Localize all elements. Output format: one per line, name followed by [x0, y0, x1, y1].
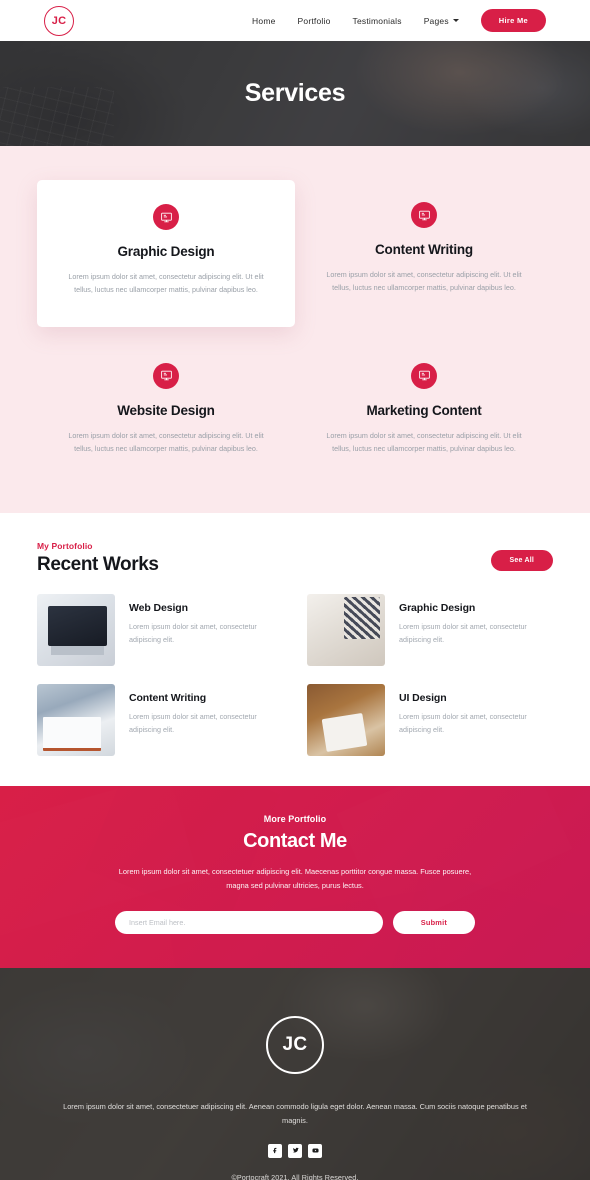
portfolio-item-body: Content Writing Lorem ipsum dolor sit am… — [129, 684, 277, 736]
page-root: JC Home Portfolio Testimonials Pages Hir… — [0, 0, 590, 1180]
social-links — [0, 1143, 590, 1158]
site-footer: JC Lorem ipsum dolor sit amet, consectet… — [0, 968, 590, 1180]
top-navbar: JC Home Portfolio Testimonials Pages Hir… — [0, 0, 590, 41]
portfolio-item-body: UI Design Lorem ipsum dolor sit amet, co… — [399, 684, 547, 736]
nav-item-testimonials[interactable]: Testimonials — [353, 16, 402, 26]
laptop-typing-photo — [37, 594, 115, 667]
service-title: Website Design — [117, 402, 215, 418]
service-card-graphic-design[interactable]: Graphic Design Lorem ipsum dolor sit ame… — [37, 180, 295, 327]
facebook-icon[interactable] — [268, 1143, 282, 1158]
design-board-icon — [411, 362, 437, 389]
contact-section: More Portfolio Contact Me Lorem ipsum do… — [0, 786, 590, 969]
service-description: Lorem ipsum dolor sit amet, consectetur … — [68, 272, 264, 295]
portfolio-item-graphic-design[interactable]: Graphic Design Lorem ipsum dolor sit ame… — [307, 594, 553, 667]
nav-item-label: Testimonials — [352, 15, 402, 26]
portfolio-item-web-design[interactable]: Web Design Lorem ipsum dolor sit amet, c… — [37, 594, 283, 667]
service-card-website-design[interactable]: Website Design Lorem ipsum dolor sit ame… — [37, 341, 295, 474]
portfolio-grid: Web Design Lorem ipsum dolor sit amet, c… — [37, 594, 553, 757]
nav-item-label: Home — [252, 15, 276, 26]
logo[interactable]: JC — [44, 5, 74, 36]
nav-item-home[interactable]: Home — [252, 16, 275, 26]
portfolio-item-body: Graphic Design Lorem ipsum dolor sit ame… — [399, 594, 547, 646]
chevron-down-icon — [452, 19, 459, 22]
sketching-tablet-photo — [307, 594, 385, 667]
portfolio-header: My Portofolio Recent Works See All — [37, 541, 553, 576]
logo-text: JC — [51, 14, 67, 27]
page-title: Services — [244, 79, 346, 107]
portfolio-item-content-writing[interactable]: Content Writing Lorem ipsum dolor sit am… — [37, 684, 283, 757]
contact-content: More Portfolio Contact Me Lorem ipsum do… — [0, 814, 590, 935]
contact-title: Contact Me — [243, 830, 347, 853]
submit-button[interactable]: Submit — [392, 911, 475, 935]
desk-wireframe-photo — [307, 684, 385, 757]
portfolio-item-description: Lorem ipsum dolor sit amet, consectetur … — [399, 712, 527, 734]
hire-me-button[interactable]: Hire Me — [480, 9, 546, 32]
services-section: Graphic Design Lorem ipsum dolor sit ame… — [0, 146, 590, 514]
service-description: Lorem ipsum dolor sit amet, consectetur … — [68, 430, 264, 453]
service-description: Lorem ipsum dolor sit amet, consectetur … — [326, 430, 522, 453]
portfolio-container: My Portofolio Recent Works See All Web D… — [37, 541, 553, 757]
portfolio-item-title: UI Design — [399, 692, 447, 705]
hero-banner: Services — [0, 41, 590, 146]
service-title: Marketing Content — [366, 402, 482, 418]
main-nav: Home Portfolio Testimonials Pages Hire M… — [252, 9, 568, 32]
see-all-button[interactable]: See All — [490, 550, 553, 572]
contact-description: Lorem ipsum dolor sit amet, consectetuer… — [118, 867, 472, 891]
nav-item-pages[interactable]: Pages — [424, 16, 459, 26]
portfolio-item-title: Content Writing — [129, 692, 207, 705]
design-board-icon — [411, 202, 437, 228]
service-card-content-writing[interactable]: Content Writing Lorem ipsum dolor sit am… — [295, 180, 553, 327]
footer-content: JC Lorem ipsum dolor sit amet, consectet… — [0, 1016, 590, 1180]
youtube-icon[interactable] — [308, 1143, 322, 1158]
portfolio-item-description: Lorem ipsum dolor sit amet, consectetur … — [129, 712, 257, 734]
nav-item-label: Portfolio — [297, 15, 331, 26]
service-title: Content Writing — [375, 242, 473, 257]
portfolio-title: Recent Works — [37, 554, 159, 576]
newsletter-form: Submit — [115, 911, 475, 935]
service-title: Graphic Design — [117, 244, 215, 259]
portfolio-heading-group: My Portofolio Recent Works — [37, 541, 159, 576]
writing-notebook-photo — [37, 684, 115, 757]
portfolio-item-description: Lorem ipsum dolor sit amet, consectetur … — [129, 622, 257, 644]
service-card-marketing-content[interactable]: Marketing Content Lorem ipsum dolor sit … — [295, 341, 553, 474]
portfolio-item-title: Web Design — [129, 602, 188, 615]
nav-item-label: Pages — [423, 15, 449, 26]
nav-item-portfolio[interactable]: Portfolio — [298, 16, 331, 26]
portfolio-section: My Portofolio Recent Works See All Web D… — [0, 513, 590, 787]
services-grid: Graphic Design Lorem ipsum dolor sit ame… — [37, 180, 553, 473]
design-board-icon — [153, 362, 179, 389]
twitter-icon[interactable] — [288, 1143, 302, 1158]
portfolio-item-ui-design[interactable]: UI Design Lorem ipsum dolor sit amet, co… — [307, 684, 553, 757]
footer-logo[interactable]: JC — [266, 1016, 324, 1075]
service-description: Lorem ipsum dolor sit amet, consectetur … — [326, 270, 522, 293]
portfolio-item-body: Web Design Lorem ipsum dolor sit amet, c… — [129, 594, 277, 646]
portfolio-eyebrow: My Portofolio — [37, 541, 93, 552]
copyright-text: ©Portocraft 2021, All Rights Reserved. — [231, 1172, 359, 1180]
email-input[interactable] — [115, 911, 383, 935]
portfolio-item-description: Lorem ipsum dolor sit amet, consectetur … — [399, 622, 527, 644]
contact-eyebrow: More Portfolio — [263, 814, 327, 825]
portfolio-item-title: Graphic Design — [399, 602, 476, 615]
footer-logo-text: JC — [282, 1034, 308, 1056]
footer-description: Lorem ipsum dolor sit amet, consectetuer… — [63, 1102, 527, 1126]
design-board-icon — [153, 204, 179, 230]
